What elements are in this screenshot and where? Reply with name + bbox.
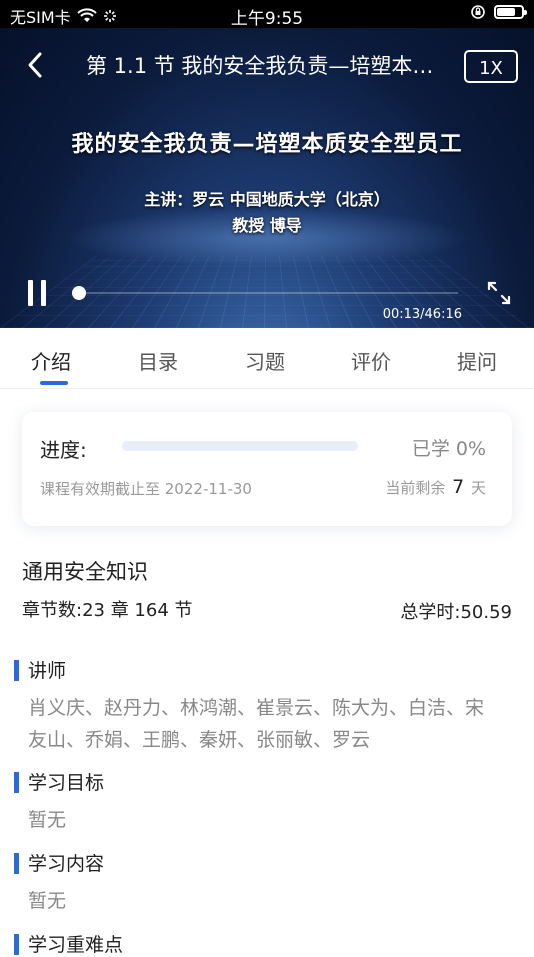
remain-days: 7: [452, 476, 465, 498]
battery-icon: [494, 5, 527, 19]
slide-title: 我的安全我负责—培塑本质安全型员工: [71, 132, 463, 157]
section-marker: [14, 934, 19, 955]
learning-content-text: 暂无: [28, 890, 67, 912]
section-marker: [14, 660, 19, 681]
section-title: 学习内容: [28, 853, 105, 875]
pause-button[interactable]: [26, 280, 48, 306]
slide-position: 教授 博导: [232, 216, 302, 235]
progress-card: 进度: 已学 0% 课程有效期截止至 2022-11-30 当前剩余 7 天: [22, 412, 512, 526]
course-name: 通用安全知识: [22, 560, 148, 584]
tab-reviews[interactable]: 评价: [351, 346, 391, 375]
section-marker: [14, 853, 19, 874]
fullscreen-icon[interactable]: [486, 280, 512, 306]
status-right: [470, 4, 527, 20]
tab-catalog[interactable]: 目录: [138, 346, 178, 375]
progress-bar: [122, 441, 358, 451]
remain-prefix: 当前剩余: [385, 479, 446, 497]
section-title: 学习目标: [28, 772, 105, 794]
learning-goals-text: 暂无: [28, 809, 67, 831]
section-marker: [14, 772, 19, 793]
orientation-lock-icon: [471, 5, 485, 19]
tab-questions[interactable]: 提问: [457, 346, 497, 375]
playback-seek-knob[interactable]: [72, 286, 86, 300]
lecturer-list: 肖义庆、赵丹力、林鸿潮、崔景云、陈大为、白洁、宋友山、乔娟、王鹏、秦妍、张丽敏、…: [28, 697, 485, 751]
days-remaining: 当前剩余 7 天: [385, 476, 486, 498]
status-time: 上午9:55: [230, 9, 304, 29]
playback-progress-track[interactable]: [80, 292, 458, 294]
tab-intro[interactable]: 介绍: [31, 346, 71, 375]
video-title: 第 1.1 节 我的安全我负责—培塑本质安全型员工: [86, 54, 451, 78]
course-deadline: 课程有效期截止至 2022-11-30: [40, 480, 252, 498]
remain-suffix: 天: [470, 479, 486, 497]
status-bar: 无SIM卡 上午9:55: [0, 0, 534, 29]
pause-icon-bar-left: [28, 280, 33, 306]
progress-learned: 已学 0%: [411, 438, 486, 460]
content-tabs: 介绍 目录 习题 评价 提问: [0, 328, 534, 389]
chapter-count: 章节数:23 章 164 节: [22, 600, 193, 621]
slide-lecturer: 主讲：罗云 中国地质大学（北京）: [144, 190, 390, 209]
active-tab-indicator: [40, 381, 68, 385]
section-title: 讲师: [28, 660, 67, 682]
section-title: 学习重难点: [28, 934, 124, 956]
progress-label: 进度:: [40, 438, 87, 462]
total-hours: 总学时:50.59: [400, 602, 512, 623]
playback-time: 00:13/46:16: [382, 307, 462, 322]
tab-exercises[interactable]: 习题: [245, 346, 285, 375]
playback-speed-button[interactable]: 1X: [464, 50, 518, 83]
pause-icon-bar-right: [41, 280, 46, 306]
video-player[interactable]: 第 1.1 节 我的安全我负责—培塑本质安全型员工 1X 我的安全我负责—培塑本…: [0, 28, 534, 328]
back-arrow-icon[interactable]: [22, 50, 48, 80]
